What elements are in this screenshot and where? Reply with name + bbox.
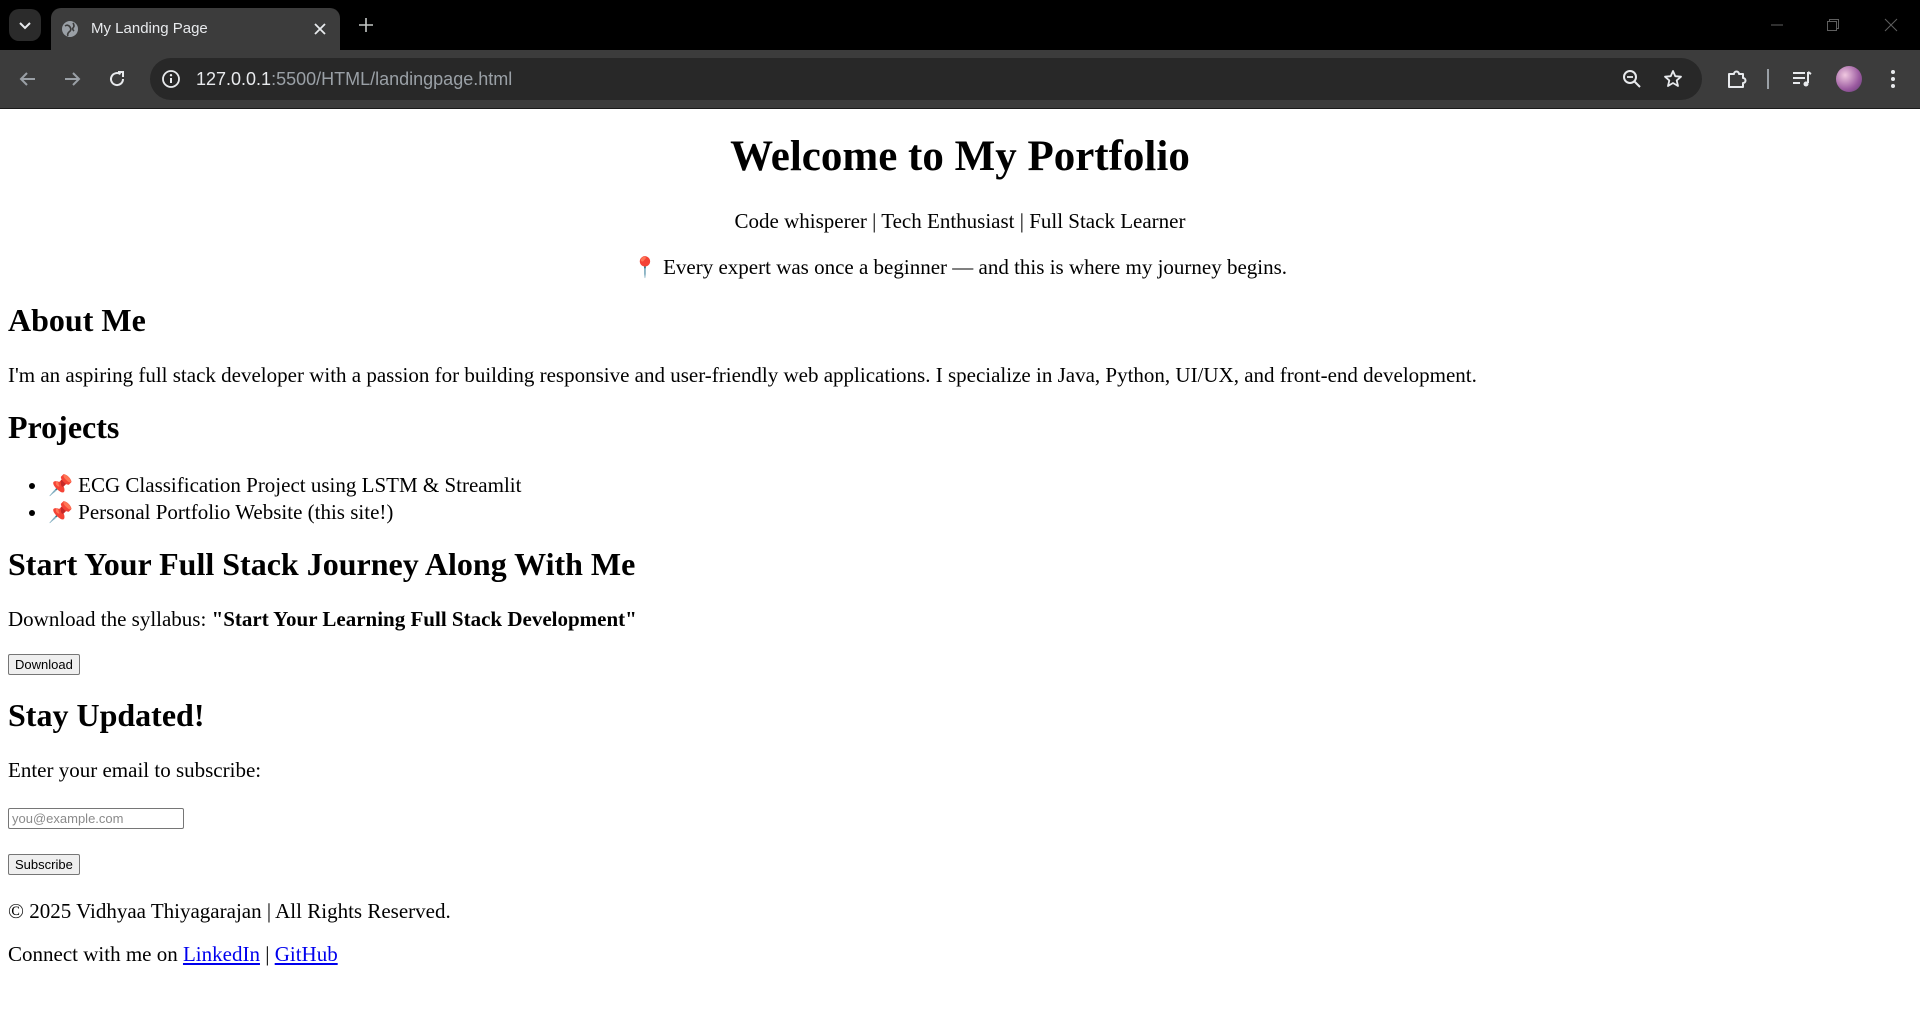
link-separator: | <box>259 942 275 966</box>
pin-icon: 📍 <box>632 255 658 279</box>
connect-prefix: Connect with me on <box>8 942 183 966</box>
new-tab-button[interactable] <box>354 13 378 37</box>
list-item: 📌 Personal Portfolio Website (this site!… <box>48 499 521 526</box>
url-text[interactable]: 127.0.0.1:5500/HTML/landingpage.html <box>196 69 512 90</box>
url-host: 127.0.0.1 <box>196 69 272 89</box>
url-path: :5500/HTML/landingpage.html <box>271 69 513 89</box>
puzzle-icon <box>1728 70 1747 88</box>
zoom-button[interactable] <box>1620 67 1644 91</box>
info-icon <box>162 70 180 88</box>
active-tab[interactable]: My Landing Page <box>51 8 340 50</box>
extensions-button[interactable] <box>1722 64 1752 94</box>
arrow-left-icon <box>19 72 35 86</box>
profile-avatar[interactable] <box>1836 66 1862 92</box>
site-info-button[interactable] <box>160 68 182 90</box>
globe-icon <box>62 21 78 37</box>
tagline: Code whisperer | Tech Enthusiast | Full … <box>734 209 1186 233</box>
subscribe-prompt: Enter your email to subscribe: <box>8 758 262 782</box>
minimize-icon <box>1771 24 1783 26</box>
forward-button[interactable] <box>57 64 87 94</box>
quote-text: Every expert was once a beginner — and t… <box>663 255 1288 279</box>
page-content: Welcome to My Portfolio Code whisperer |… <box>0 109 1920 1020</box>
close-icon <box>1884 18 1898 32</box>
plus-icon <box>359 18 373 32</box>
pushpin-icon: 📌 <box>48 500 73 524</box>
playlist-icon <box>1793 71 1812 87</box>
close-tab-button[interactable] <box>310 19 330 39</box>
copyright-text: © 2025 Vidhyaa Thiyagarajan | All Rights… <box>8 899 451 923</box>
projects-heading: Projects <box>8 409 120 445</box>
more-vertical-icon <box>1891 70 1895 88</box>
tab-title: My Landing Page <box>91 20 208 37</box>
back-button[interactable] <box>13 64 43 94</box>
reload-button[interactable] <box>102 64 132 94</box>
media-controls-button[interactable] <box>1787 64 1817 94</box>
minimize-button[interactable] <box>1764 12 1790 38</box>
star-icon <box>1664 70 1682 87</box>
arrow-right-icon <box>65 72 81 86</box>
zoom-out-icon <box>1623 70 1641 88</box>
project-label: Personal Portfolio Website (this site!) <box>78 500 394 524</box>
browser-toolbar: 127.0.0.1:5500/HTML/landingpage.html <box>0 50 1920 108</box>
tab-search-button[interactable] <box>9 9 41 41</box>
github-link[interactable]: GitHub <box>275 942 338 966</box>
project-label: ECG Classification Project using LSTM & … <box>78 473 522 497</box>
page-title: Welcome to My Portfolio <box>730 133 1190 180</box>
toolbar-divider <box>1767 69 1769 89</box>
connect-line: Connect with me on LinkedIn | GitHub <box>8 942 338 967</box>
close-window-button[interactable] <box>1878 12 1904 38</box>
email-field[interactable] <box>8 808 184 829</box>
restore-icon <box>1827 19 1839 31</box>
quote: 📍 Every expert was once a beginner — and… <box>0 255 1920 280</box>
bookmark-button[interactable] <box>1661 67 1685 91</box>
list-item: 📌 ECG Classification Project using LSTM … <box>48 472 521 499</box>
pushpin-icon: 📌 <box>48 473 73 497</box>
syllabus-prefix: Download the syllabus: <box>8 607 212 631</box>
menu-button[interactable] <box>1878 64 1908 94</box>
chevron-down-icon <box>19 22 31 30</box>
close-icon <box>314 23 326 35</box>
tab-strip: My Landing Page <box>0 0 1920 50</box>
restore-button[interactable] <box>1820 12 1846 38</box>
about-heading: About Me <box>8 302 146 338</box>
address-bar[interactable]: 127.0.0.1:5500/HTML/landingpage.html <box>150 58 1702 100</box>
projects-list: 📌 ECG Classification Project using LSTM … <box>0 472 521 526</box>
reload-icon <box>110 71 125 87</box>
subscribe-button[interactable]: Subscribe <box>8 854 80 875</box>
download-button[interactable]: Download <box>8 654 80 675</box>
subscribe-heading: Stay Updated! <box>8 697 205 733</box>
about-text: I'm an aspiring full stack developer wit… <box>8 363 1477 387</box>
linkedin-link[interactable]: LinkedIn <box>183 942 260 966</box>
journey-heading: Start Your Full Stack Journey Along With… <box>8 546 636 582</box>
syllabus-text: Download the syllabus: "Start Your Learn… <box>8 607 637 632</box>
syllabus-title: "Start Your Learning Full Stack Developm… <box>211 607 637 631</box>
